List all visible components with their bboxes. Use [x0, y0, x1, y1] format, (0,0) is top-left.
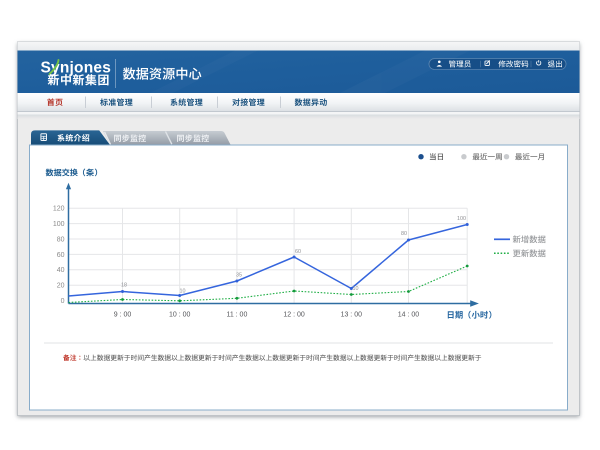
svg-text:60: 60: [57, 252, 65, 259]
svg-text:80: 80: [401, 231, 407, 237]
svg-text:13 : 00: 13 : 00: [341, 311, 363, 318]
svg-text:9 : 00: 9 : 00: [114, 311, 132, 318]
svg-text:10 : 00: 10 : 00: [169, 311, 191, 318]
svg-text:10: 10: [180, 289, 186, 295]
svg-text:0: 0: [61, 298, 65, 305]
svg-text:12 : 00: 12 : 00: [283, 311, 305, 318]
svg-text:100: 100: [457, 216, 466, 222]
svg-text:35: 35: [236, 273, 242, 279]
svg-text:120: 120: [53, 206, 65, 213]
svg-text:11 : 00: 11 : 00: [226, 311, 247, 318]
svg-text:80: 80: [57, 236, 65, 243]
svg-text:20: 20: [57, 283, 65, 290]
svg-text:18: 18: [121, 283, 127, 289]
svg-text:10: 10: [353, 286, 359, 292]
svg-text:60: 60: [295, 249, 301, 255]
svg-text:100: 100: [53, 221, 65, 228]
svg-text:14 : 00: 14 : 00: [398, 311, 420, 318]
svg-text:40: 40: [57, 267, 65, 274]
